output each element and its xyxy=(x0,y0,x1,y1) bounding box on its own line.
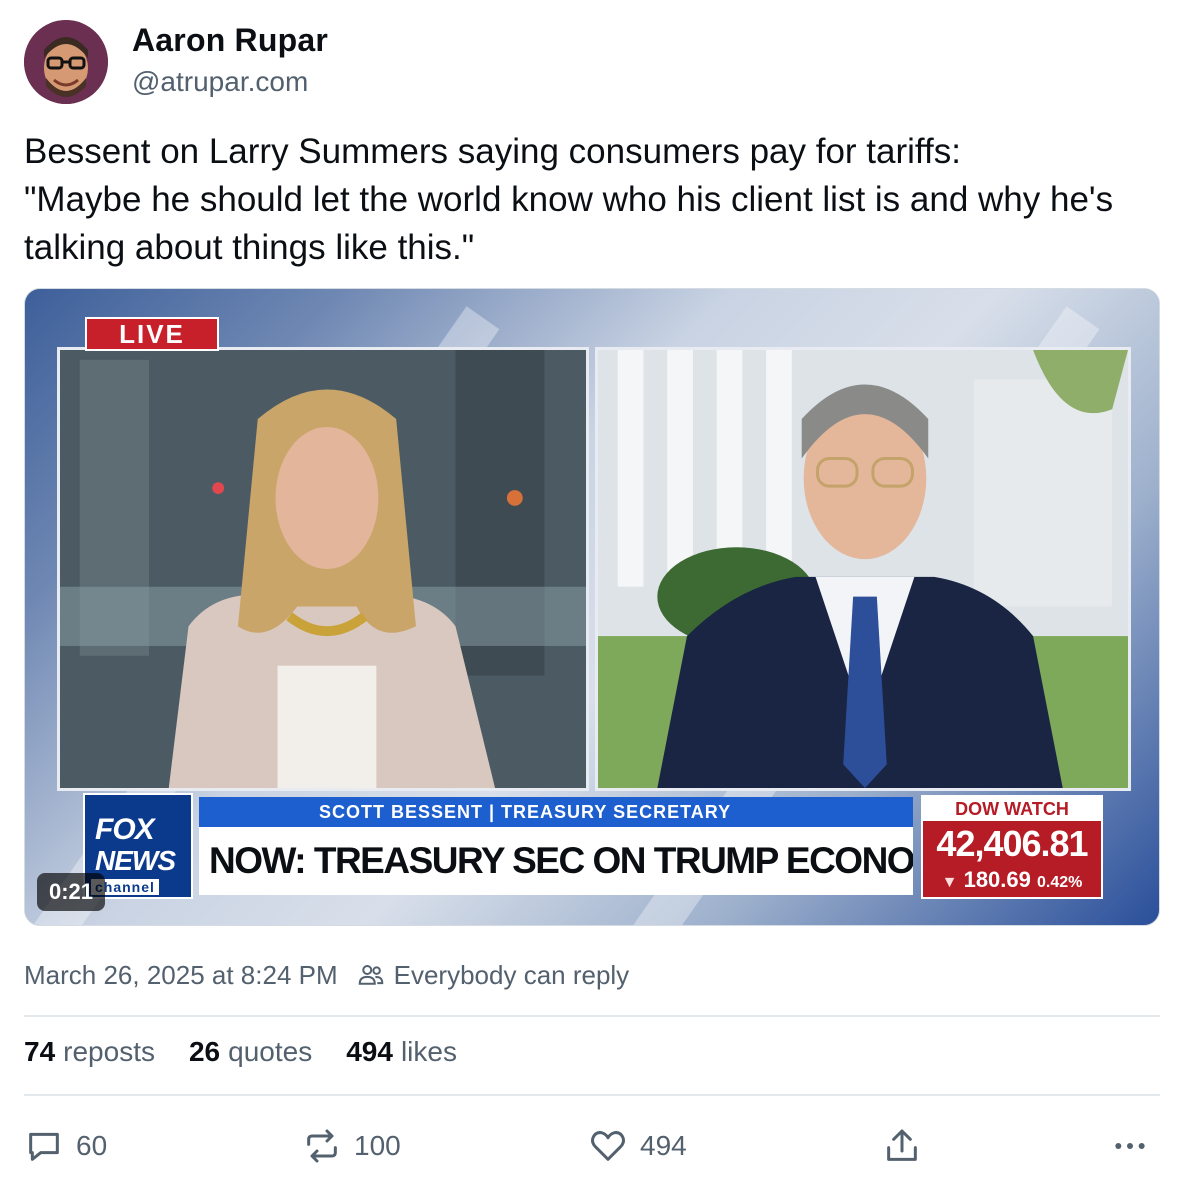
author-name[interactable]: Aaron Rupar xyxy=(132,22,328,59)
avatar[interactable] xyxy=(24,20,108,104)
quotes-count: 26 xyxy=(188,1036,221,1067)
likes-stat[interactable]: 494 likes xyxy=(346,1036,457,1076)
dow-title: DOW WATCH xyxy=(923,797,1101,821)
post-body: Bessent on Larry Summers saying consumer… xyxy=(24,132,1114,267)
likes-label: likes xyxy=(400,1036,457,1067)
post-stats: 74 reposts 26 quotes 494 likes xyxy=(24,1036,491,1076)
guest-video-panel xyxy=(595,347,1131,791)
post-text: Bessent on Larry Summers saying consumer… xyxy=(24,128,1160,272)
heart-icon xyxy=(591,1131,625,1161)
reposts-stat[interactable]: 74 reposts xyxy=(24,1036,155,1076)
reposts-label: reposts xyxy=(63,1036,155,1067)
share-button[interactable] xyxy=(882,1120,934,1172)
action-bar: 60 100 494 xyxy=(24,1120,1160,1172)
video-timecode: 0:21 xyxy=(37,873,106,911)
divider xyxy=(24,1015,1160,1017)
dow-value: 42,406.81 xyxy=(936,823,1088,864)
repost-button[interactable]: 100 xyxy=(302,1120,401,1172)
quotes-stat[interactable]: 26 quotes xyxy=(189,1036,312,1076)
people-icon xyxy=(358,965,383,985)
likes-count: 494 xyxy=(346,1036,393,1067)
like-count: 494 xyxy=(640,1130,687,1161)
dow-watch-box: DOW WATCH 42,406.81 ▼ 180.69 0.42% xyxy=(921,795,1103,899)
down-arrow-icon: ▼ xyxy=(941,874,958,891)
chyron-headline: NOW: TREASURY SEC ON TRUMP ECONOMIC AGEN… xyxy=(199,827,913,895)
reply-count: 60 xyxy=(76,1130,108,1161)
anchor-video-panel xyxy=(57,347,589,791)
dow-change: ▼ 180.69 0.42% xyxy=(923,867,1101,893)
live-badge: LIVE xyxy=(85,317,219,351)
lower-third: FOX NEWS channel SCOTT BESSENT | TREASUR… xyxy=(83,793,1103,901)
dow-change-percent: 0.42% xyxy=(1037,874,1083,891)
post-timestamp[interactable]: March 26, 2025 at 8:24 PM xyxy=(24,960,338,991)
more-icon xyxy=(1115,1143,1145,1149)
logo-news-text: NEWS xyxy=(95,845,176,876)
divider xyxy=(24,1094,1160,1096)
share-icon xyxy=(887,1129,917,1161)
repost-count: 100 xyxy=(354,1130,401,1161)
author-handle[interactable]: @atrupar.com xyxy=(132,66,308,98)
post-meta: March 26, 2025 at 8:24 PM Everybody can … xyxy=(24,958,629,992)
like-button[interactable]: 494 xyxy=(588,1120,687,1172)
dow-change-points: 180.69 xyxy=(963,867,1031,892)
post-header: Aaron Rupar @atrupar.com xyxy=(24,20,1160,104)
logo-fox-text: FOX xyxy=(95,813,155,846)
quotes-label: quotes xyxy=(228,1036,313,1067)
more-options-button[interactable] xyxy=(1110,1120,1162,1172)
repost-icon xyxy=(307,1129,337,1163)
reply-setting: Everybody can reply xyxy=(393,959,630,990)
reply-button[interactable]: 60 xyxy=(24,1120,107,1172)
reposts-count: 74 xyxy=(24,1036,56,1067)
comment-icon xyxy=(29,1132,59,1161)
video-player[interactable]: LIVE FOX NEWS channel SCOTT BESSENT | TR… xyxy=(24,288,1160,926)
chyron-name-bar: SCOTT BESSENT | TREASURY SECRETARY xyxy=(199,797,913,827)
